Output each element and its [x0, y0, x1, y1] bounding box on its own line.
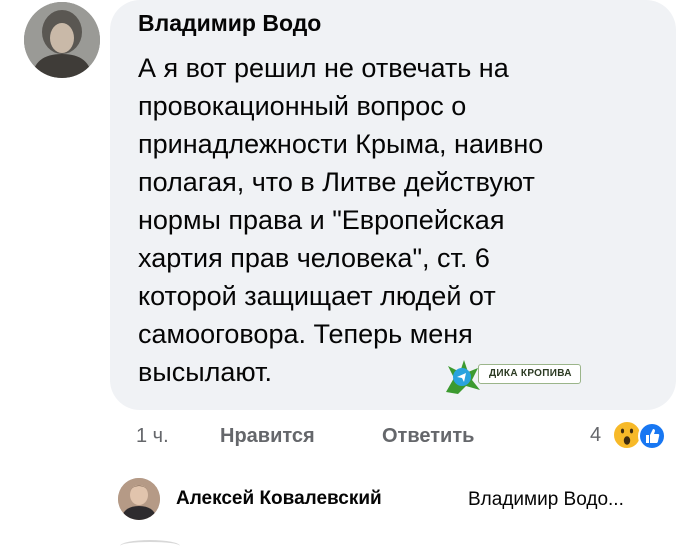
next-avatar-edge	[120, 540, 180, 552]
reply-button[interactable]: Ответить	[382, 425, 474, 448]
reply-avatar-photo	[118, 478, 160, 520]
watermark: ДИКА КРОПИВА	[442, 356, 607, 396]
comment-author[interactable]: Владимир Водо	[138, 10, 321, 37]
comment-text: А я вот решил не отвечать на провокацион…	[138, 53, 544, 387]
like-button[interactable]: Нравится	[220, 425, 315, 448]
reaction-count: 4	[590, 424, 602, 446]
avatar-photo	[24, 2, 100, 78]
reply-avatar[interactable]	[118, 478, 160, 520]
reply-row[interactable]: Алексей Ковалевский Владимир Водо...	[118, 478, 678, 522]
reply-author[interactable]: Алексей Ковалевский	[176, 488, 382, 510]
comment-timestamp[interactable]: 1 ч.	[136, 425, 169, 448]
watermark-label: ДИКА КРОПИВА	[478, 364, 581, 384]
commenter-avatar[interactable]	[24, 2, 100, 78]
like-icon	[638, 422, 666, 450]
reply-preview[interactable]: Владимир Водо...	[468, 489, 624, 511]
nettle-leaf-icon	[446, 360, 480, 394]
